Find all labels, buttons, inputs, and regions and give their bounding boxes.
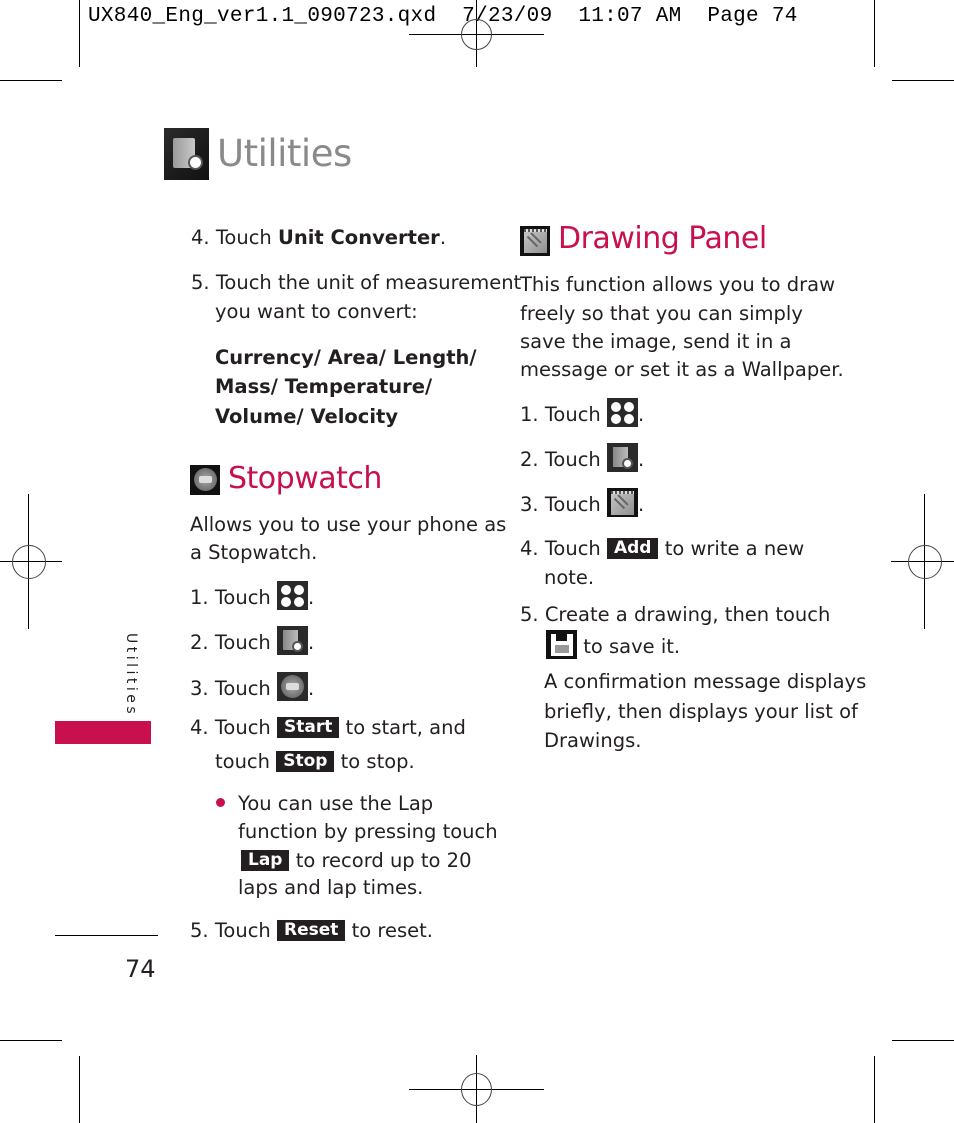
unit-list-line3: Volume/ Velocity — [215, 405, 399, 428]
crop-mark — [874, 0, 875, 67]
confirmation-note-line1: A confirmation message displays — [544, 670, 867, 693]
add-button: Add — [606, 538, 659, 559]
crop-mark — [892, 1040, 954, 1041]
crop-mark — [0, 80, 62, 81]
lap-note-line2: function by pressing touch — [238, 820, 498, 843]
crop-mark — [79, 0, 80, 67]
crop-mark — [874, 1056, 875, 1123]
confirmation-note-line2: briefly, then displays your list of — [544, 700, 858, 723]
drawing-step-2: 2. Touch . — [520, 443, 644, 474]
save-icon — [546, 630, 577, 659]
section-title-drawing-panel: Drawing Panel — [558, 221, 767, 256]
drawing-step-1: 1. Touch . — [520, 398, 644, 429]
drawing-desc-line1: This function allows you to draw — [520, 273, 836, 296]
lap-note-line4: laps and lap times. — [238, 876, 424, 899]
side-tab-marker — [55, 721, 151, 744]
footer-rule — [55, 935, 158, 936]
drawing-desc-line3: save the image, send it in a — [520, 330, 792, 353]
slug-page: Page 74 — [707, 5, 798, 28]
drawing-step-5: 5. Create a drawing, then touch — [520, 603, 831, 626]
stopwatch-icon — [190, 465, 220, 495]
page-title: Utilities — [217, 132, 352, 175]
utilities-icon — [164, 128, 209, 180]
drawing-step-4: 4. Touch Add to write a new — [520, 537, 805, 560]
step-unit-converter: 4. Touch Unit Converter. — [191, 226, 447, 249]
reset-button: Reset — [276, 920, 346, 941]
menu-grid-icon — [606, 398, 638, 427]
unit-list-line2: Mass/ Temperature/ — [215, 375, 433, 398]
utilities-icon — [276, 626, 308, 655]
menu-grid-icon — [276, 581, 308, 610]
stopwatch-desc-line2: a Stopwatch. — [190, 541, 318, 564]
step-select-unit: 5. Touch the unit of measurement — [191, 271, 522, 294]
bullet-icon — [216, 798, 225, 807]
drawing-panel-icon — [520, 226, 550, 256]
stopwatch-step-4: 4. Touch Start to start, and — [190, 716, 466, 739]
stopwatch-desc-line1: Allows you to use your phone as — [190, 513, 507, 536]
step-select-unit-cont: you want to convert: — [215, 300, 418, 323]
lap-note-line1: You can use the Lap — [238, 792, 434, 815]
drawing-step-5-cont: to save it. — [546, 630, 680, 661]
side-tab-label: Utilities — [123, 633, 139, 718]
page-number: 74 — [125, 955, 156, 983]
slug-filename: UX840_Eng_ver1.1_090723.qxd — [88, 5, 437, 28]
start-button: Start — [276, 717, 340, 738]
print-slug: UX840_Eng_ver1.1_090723.qxd 7/23/09 11:0… — [88, 5, 798, 28]
drawing-desc-line2: freely so that you can simply — [520, 302, 803, 325]
section-title-stopwatch: Stopwatch — [228, 461, 382, 496]
stopwatch-step-1: 1. Touch . — [190, 581, 314, 612]
utilities-icon — [606, 443, 638, 472]
drawing-step-3: 3. Touch . — [520, 488, 644, 519]
drawing-desc-line4: message or set it as a Wallpaper. — [520, 358, 844, 381]
crop-mark — [892, 80, 954, 81]
slug-time: 11:07 AM — [578, 5, 682, 28]
stopwatch-step-5: 5. Touch Reset to reset. — [190, 919, 433, 942]
stopwatch-step-2: 2. Touch . — [190, 626, 314, 657]
lap-button: Lap — [241, 850, 290, 871]
unit-list-line1: Currency/ Area/ Length/ — [215, 346, 477, 369]
crop-mark — [0, 1040, 62, 1041]
stopwatch-step-3: 3. Touch . — [190, 672, 314, 703]
stopwatch-step-4-cont: touch Stop to stop. — [215, 750, 415, 773]
confirmation-note-line3: Drawings. — [544, 729, 642, 752]
drawing-step-4-cont: note. — [544, 566, 595, 589]
stop-button: Stop — [276, 751, 335, 772]
crop-mark — [79, 1056, 80, 1123]
stopwatch-icon — [276, 672, 308, 701]
lap-note-line3: Lap to record up to 20 — [238, 846, 471, 875]
drawing-panel-icon — [606, 488, 638, 517]
